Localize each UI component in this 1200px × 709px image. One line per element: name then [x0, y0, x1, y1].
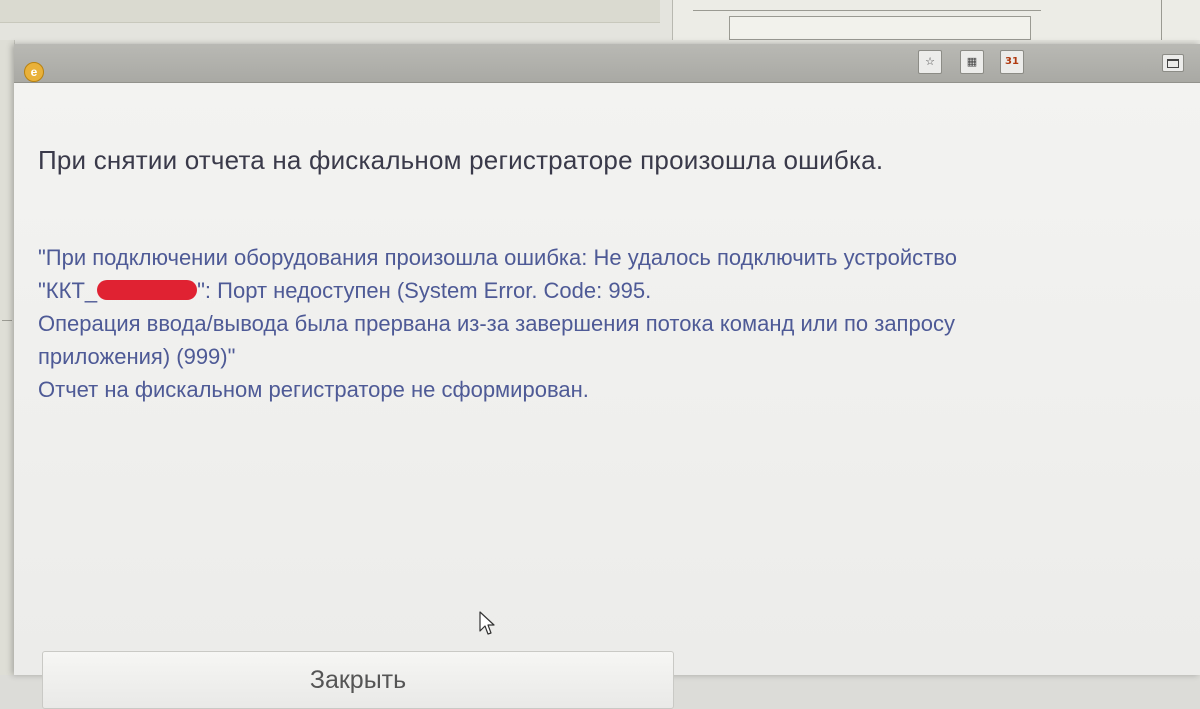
background-divider [693, 10, 1041, 11]
background-cell [1161, 0, 1200, 40]
close-button[interactable]: Закрыть [42, 651, 674, 709]
background-grid-edge [0, 40, 15, 675]
dialog-titlebar[interactable]: e ☆ ▦ 31 [14, 44, 1200, 83]
app-logo-icon: e [24, 62, 44, 82]
redacted-device-name [97, 280, 198, 300]
mouse-cursor-icon [479, 611, 495, 635]
background-grid-tick [2, 320, 12, 321]
message-line-4: приложения) (999)" [38, 344, 236, 369]
error-message: "При подключении оборудования произошла … [38, 241, 1168, 406]
calculator-icon[interactable]: ▦ [960, 50, 984, 74]
background-field [729, 16, 1031, 40]
message-line-2: "ККТ_ ": Порт недоступен (System Error. C… [38, 274, 1168, 307]
error-dialog: e ☆ ▦ 31 При снятии отчета на фискальном… [14, 44, 1200, 709]
maximize-icon[interactable] [1162, 54, 1184, 72]
message-line-1: "При подключении оборудования произошла … [38, 245, 957, 270]
favorite-icon[interactable]: ☆ [918, 50, 942, 74]
device-name-prefix: "ККТ_ [38, 278, 98, 303]
message-line-3: Операция ввода/вывода была прервана из-з… [38, 311, 955, 336]
error-heading: При снятии отчета на фискальном регистра… [38, 145, 884, 175]
port-error-text: ": Порт недоступен (System Error. Code: … [197, 278, 652, 303]
background-toolbar [0, 0, 660, 23]
dialog-content: При снятии отчета на фискальном регистра… [14, 83, 1200, 709]
background-panel [672, 0, 1200, 40]
calendar-icon[interactable]: 31 [1000, 50, 1024, 74]
message-line-5: Отчет на фискальном регистраторе не сфор… [38, 377, 589, 402]
